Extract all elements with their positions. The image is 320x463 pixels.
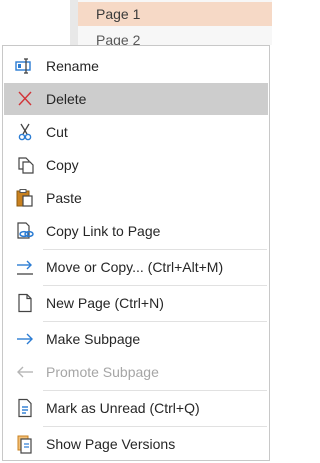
new-page-icon (14, 293, 36, 313)
paste-clipboard-icon (14, 188, 36, 208)
make-subpage-label: Make Subpage (46, 331, 141, 347)
right-arrow-icon (14, 329, 36, 349)
show-versions-label: Show Page Versions (46, 436, 176, 452)
menu-item-copy-link[interactable]: Copy Link to Page (4, 215, 268, 247)
page-item-page-1[interactable]: Page 1 (78, 2, 272, 26)
notebook-background (0, 0, 78, 45)
promote-subpage-label: Promote Subpage (46, 364, 159, 380)
copy-link-label: Copy Link to Page (46, 223, 161, 239)
move-copy-label: Move or Copy... (Ctrl+Alt+M) (46, 259, 224, 275)
menu-item-paste[interactable]: Paste (4, 182, 268, 214)
delete-label: Delete (46, 91, 87, 107)
copy-icon (14, 155, 36, 175)
context-menu: Rename Delete Cut Copy Paste Copy Link t… (2, 45, 270, 461)
menu-item-show-versions[interactable]: Show Page Versions (4, 428, 268, 460)
menu-item-make-subpage[interactable]: Make Subpage (4, 323, 268, 355)
scissors-icon (14, 122, 36, 142)
mark-unread-label: Mark as Unread (Ctrl+Q) (46, 400, 200, 416)
paste-label: Paste (46, 190, 82, 206)
page-versions-icon (14, 434, 36, 454)
menu-item-rename[interactable]: Rename (4, 50, 268, 82)
menu-item-mark-unread[interactable]: Mark as Unread (Ctrl+Q) (4, 392, 268, 424)
copy-label: Copy (46, 157, 79, 173)
menu-item-promote-subpage[interactable]: Promote Subpage (4, 356, 268, 388)
menu-item-new-page[interactable]: New Page (Ctrl+N) (4, 287, 268, 319)
menu-separator (43, 285, 267, 286)
menu-item-copy[interactable]: Copy (4, 149, 268, 181)
delete-x-icon (14, 89, 36, 109)
move-arrow-icon (14, 257, 36, 277)
rename-icon (14, 56, 36, 76)
copy-link-icon (14, 221, 36, 241)
menu-item-cut[interactable]: Cut (4, 116, 268, 148)
new-page-label: New Page (Ctrl+N) (46, 295, 164, 311)
menu-separator (43, 321, 267, 322)
menu-separator (43, 249, 267, 250)
menu-item-delete[interactable]: Delete (4, 83, 268, 115)
unread-page-icon (14, 398, 36, 418)
cut-label: Cut (46, 124, 68, 140)
menu-separator (43, 426, 267, 427)
rename-label: Rename (46, 58, 99, 74)
section-scrollbar (70, 0, 78, 45)
menu-separator (43, 390, 267, 391)
menu-item-move-copy[interactable]: Move or Copy... (Ctrl+Alt+M) (4, 251, 268, 283)
page-list: Page 1 Page 2 (78, 0, 272, 48)
left-arrow-icon (14, 362, 36, 382)
